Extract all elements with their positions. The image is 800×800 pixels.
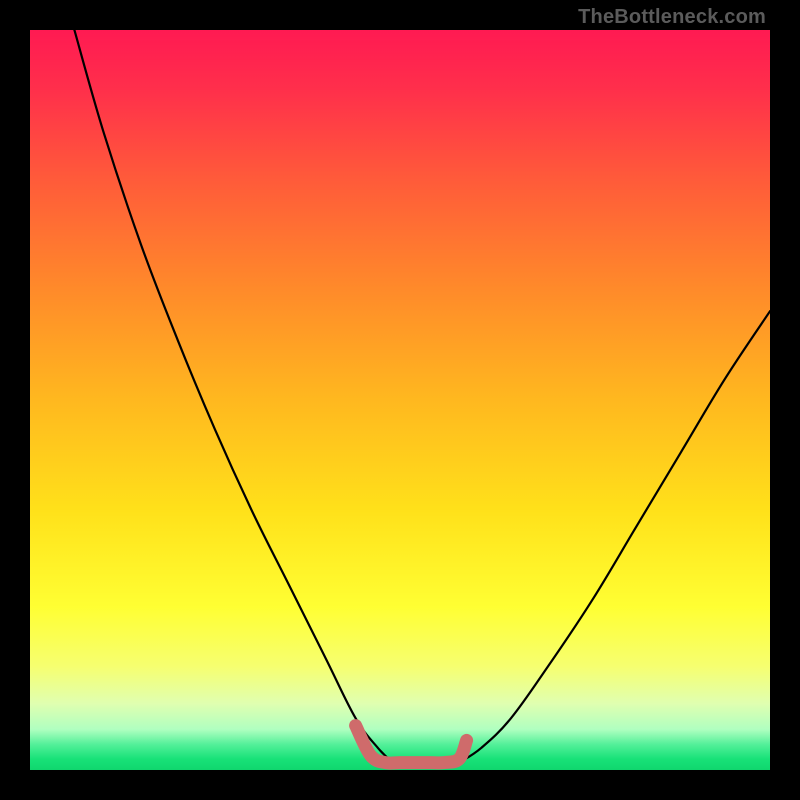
- chart-frame: TheBottleneck.com: [0, 0, 800, 800]
- valley-accent: [356, 726, 467, 764]
- watermark-text: TheBottleneck.com: [578, 6, 766, 29]
- left-curve: [74, 30, 392, 763]
- right-curve: [459, 311, 770, 762]
- plot-area: [30, 30, 770, 770]
- curves-layer: [30, 30, 770, 770]
